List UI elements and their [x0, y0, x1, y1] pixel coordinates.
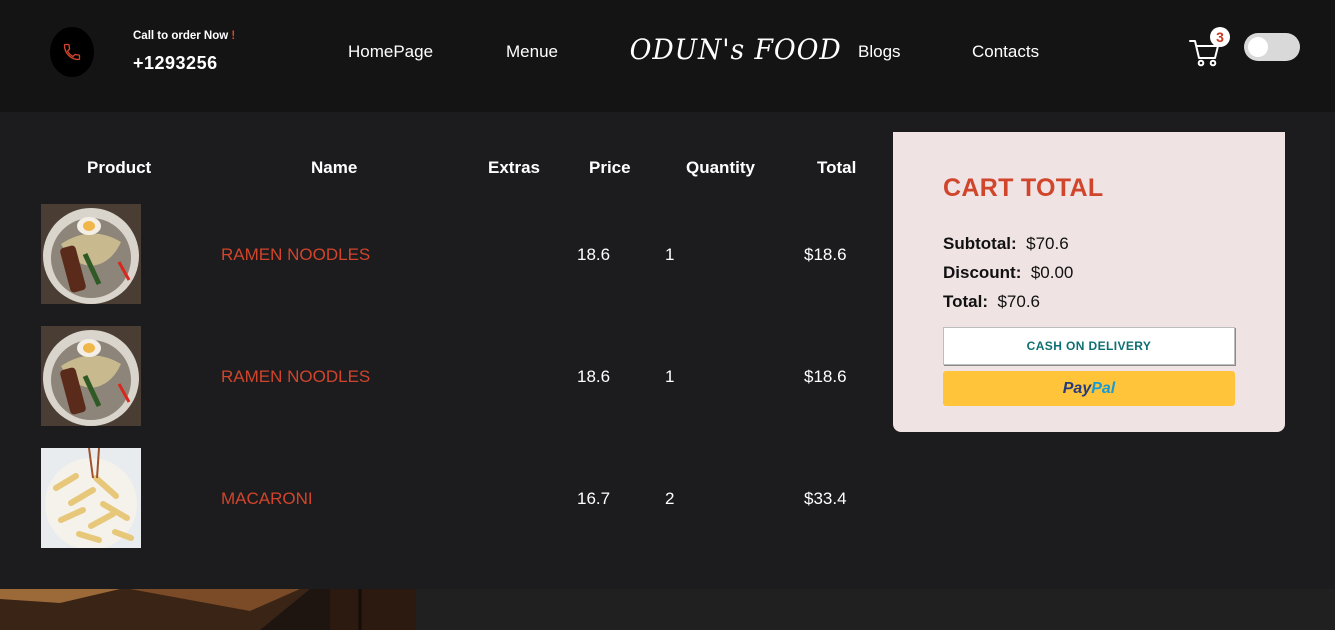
phone-icon	[63, 43, 81, 61]
paypal-logo-pay: Pay	[1062, 380, 1092, 397]
column-header-quantity: Quantity	[686, 158, 755, 177]
product-total: $18.6	[804, 245, 847, 264]
cart-count-badge: 3	[1210, 27, 1230, 47]
call-to-order-label: Call to order Now !	[133, 30, 236, 42]
product-name[interactable]: RAMEN NOODLES	[221, 367, 370, 387]
product-quantity: 1	[665, 367, 675, 386]
theme-toggle[interactable]	[1244, 33, 1300, 61]
product-total: $33.4	[804, 489, 847, 508]
column-header-name: Name	[311, 158, 358, 177]
discount-value: $0.00	[1030, 263, 1074, 282]
product-total: $18.6	[804, 367, 847, 386]
nav-blogs[interactable]: Blogs	[858, 42, 901, 62]
product-quantity: 2	[665, 489, 675, 508]
product-name[interactable]: MACARONI	[221, 489, 313, 509]
cash-on-delivery-button[interactable]: CASH ON DELIVERY	[943, 327, 1235, 365]
nav-menu[interactable]: Menue	[506, 42, 558, 62]
column-header-price: Price	[589, 158, 631, 177]
cart-total-panel: CART TOTAL Subtotal: $70.6 Discount: $0.…	[893, 132, 1285, 432]
column-header-extras: Extras	[488, 158, 540, 177]
discount-label: Discount:	[943, 263, 1022, 282]
site-header: Call to order Now ! +1293256 HomePage Me…	[0, 0, 1335, 112]
subtotal-line: Subtotal: $70.6	[943, 234, 1069, 254]
total-line: Total: $70.6	[943, 292, 1040, 312]
subtotal-value: $70.6	[1026, 234, 1069, 253]
brand-logo[interactable]: ODUN's FOOD	[630, 33, 842, 66]
footer-background-image	[0, 589, 416, 630]
product-name[interactable]: RAMEN NOODLES	[221, 245, 370, 265]
nav-contacts[interactable]: Contacts	[972, 42, 1039, 62]
paypal-button[interactable]: PayPal	[943, 371, 1235, 406]
product-price: 18.6	[577, 245, 611, 264]
nav-homepage[interactable]: HomePage	[348, 42, 433, 62]
phone-number: +1293256	[133, 53, 218, 73]
total-value: $70.6	[997, 292, 1041, 311]
paypal-logo-pal: Pal	[1091, 380, 1116, 397]
product-price: 18.6	[577, 367, 611, 386]
product-image-ramen-noodles	[41, 326, 141, 426]
product-quantity: 1	[665, 245, 675, 264]
phone-button[interactable]	[50, 27, 94, 77]
product-image-macaroni	[41, 448, 141, 548]
toggle-knob	[1248, 37, 1268, 57]
column-header-product: Product	[87, 158, 152, 177]
product-image-ramen-noodles	[41, 204, 141, 304]
subtotal-label: Subtotal:	[943, 234, 1017, 253]
product-price: 16.7	[577, 489, 611, 508]
total-label: Total:	[943, 292, 989, 311]
discount-line: Discount: $0.00	[943, 263, 1073, 283]
column-header-total: Total	[817, 158, 857, 177]
cart-total-title: CART TOTAL	[943, 174, 1104, 202]
